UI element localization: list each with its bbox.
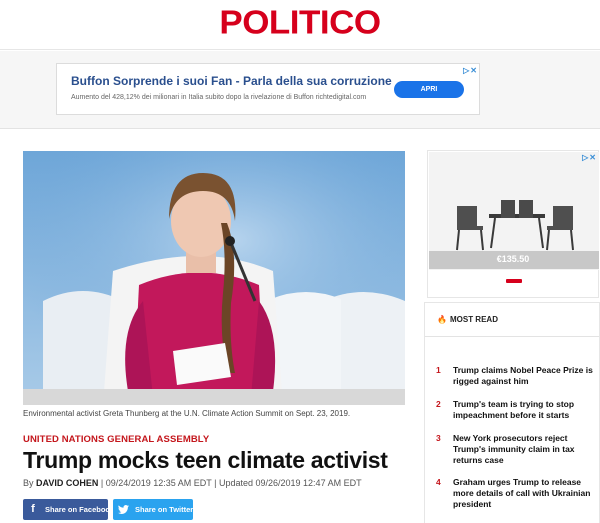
list-item-number: 4: [436, 477, 441, 487]
list-item-title[interactable]: Trump's team is trying to stop impeachme…: [453, 399, 595, 421]
list-item-number: 3: [436, 433, 441, 443]
list-item-number: 2: [436, 399, 441, 409]
article-hero-image: [23, 151, 405, 405]
author-link[interactable]: DAVID COHEN: [36, 478, 98, 488]
ad-brand-logo: [506, 279, 522, 283]
most-read-label: MOST READ: [449, 315, 498, 324]
ad-open-button[interactable]: APRI: [394, 81, 464, 98]
most-read-heading: 🔥 MOST READ: [437, 315, 498, 324]
flame-icon: 🔥: [437, 315, 447, 324]
share-facebook-button[interactable]: f Share on Facebook: [23, 499, 114, 520]
sidebar-ad[interactable]: €135.50 ▷✕: [427, 150, 599, 298]
ad-price[interactable]: €135.50: [428, 254, 598, 264]
ad-headline[interactable]: Buffon Sorprende i suoi Fan - Parla dell…: [71, 74, 392, 88]
most-read-panel: 🔥 MOST READ 1 Trump claims Nobel Peace Pr…: [424, 302, 600, 523]
masthead: POLITICO: [0, 0, 600, 50]
adchoices-icon[interactable]: ▷: [463, 66, 469, 75]
top-banner-ad[interactable]: Buffon Sorprende i suoi Fan - Parla dell…: [56, 63, 480, 115]
ad-subtext: Aumento del 428,12% dei milionari in Ita…: [71, 94, 367, 101]
list-item-title[interactable]: New York prosecutors reject Trump's immu…: [453, 433, 595, 466]
article-byline: By DAVID COHEN | 09/24/2019 12:35 AM EDT…: [23, 478, 362, 488]
sidebar-adchoices-badge[interactable]: ▷✕: [582, 153, 596, 162]
list-item-title[interactable]: Graham urges Trump to release more detai…: [453, 477, 595, 510]
top-ad-band: Buffon Sorprende i suoi Fan - Parla dell…: [0, 51, 600, 129]
close-icon[interactable]: ✕: [470, 66, 477, 75]
article-headline: Trump mocks teen climate activist: [23, 447, 388, 473]
divider: [425, 336, 599, 337]
share-facebook-label: Share on Facebook: [45, 505, 115, 514]
adchoices-icon[interactable]: ▷: [582, 153, 588, 162]
twitter-icon: [113, 499, 133, 520]
image-caption: Environmental activist Greta Thunberg at…: [23, 409, 351, 418]
politico-logo[interactable]: POLITICO: [0, 4, 600, 41]
byline-prefix: By: [23, 478, 34, 488]
share-twitter-button[interactable]: Share on Twitter: [113, 499, 193, 520]
article-kicker[interactable]: UNITED NATIONS GENERAL ASSEMBLY: [23, 434, 209, 445]
list-item-number: 1: [436, 365, 441, 375]
list-item-title[interactable]: Trump claims Nobel Peace Prize is rigged…: [453, 365, 595, 387]
close-icon[interactable]: ✕: [589, 153, 596, 162]
share-twitter-label: Share on Twitter: [135, 505, 194, 514]
facebook-icon: f: [31, 503, 35, 515]
adchoices-badge[interactable]: ▷✕: [463, 66, 477, 75]
article-dates: | 09/24/2019 12:35 AM EDT | Updated 09/2…: [100, 478, 362, 488]
